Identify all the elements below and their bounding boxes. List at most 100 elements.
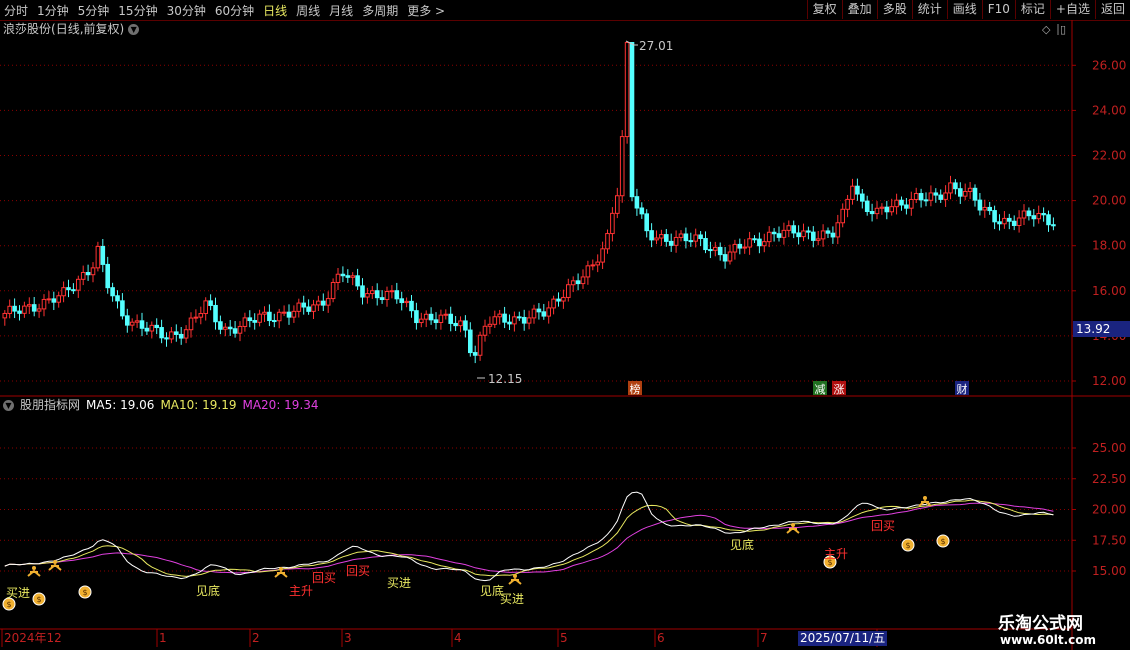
candle-body xyxy=(2,312,8,319)
candle-body xyxy=(448,313,453,324)
money-bag-icon: $ xyxy=(940,537,945,546)
candle-body xyxy=(502,313,507,323)
watermark-title: 乐淘公式网 xyxy=(998,614,1083,634)
price-tick-label: 22.00 xyxy=(1092,149,1126,163)
candle-body xyxy=(183,329,189,339)
candle-body xyxy=(428,313,434,321)
candle-body xyxy=(487,323,493,327)
signal-label: 主升 xyxy=(824,547,848,561)
watermark-url: www.60lt.com xyxy=(1000,633,1097,647)
candle-body xyxy=(482,325,488,336)
candle-body xyxy=(188,317,194,331)
person-signal-icon xyxy=(508,577,522,585)
candle-body xyxy=(193,316,199,319)
candle-body xyxy=(497,313,502,318)
candle-body xyxy=(757,238,762,247)
candle-body xyxy=(664,234,669,242)
date-axis-label: 3 xyxy=(344,631,352,645)
signal-label: 买进 xyxy=(387,576,411,590)
chevron-down-icon[interactable]: ▼ xyxy=(128,24,140,35)
candle-body xyxy=(928,192,934,201)
diamond-icon[interactable]: ◇ xyxy=(1042,23,1050,36)
candle-body xyxy=(693,234,699,242)
candle-body xyxy=(850,185,855,200)
money-bag-icon: $ xyxy=(36,595,41,604)
candle-body xyxy=(208,300,213,306)
candle-body xyxy=(727,251,733,262)
candle-body xyxy=(443,313,449,316)
candle-body xyxy=(46,298,52,301)
candle-body xyxy=(923,199,929,202)
candle-body xyxy=(566,284,571,298)
indicator-title: ▼ 股朋指标网 MA5: 19.06 MA10: 19.19 MA20: 19.34 xyxy=(3,397,325,413)
candle-body xyxy=(51,298,57,303)
candle-body xyxy=(1031,215,1037,220)
candle-body xyxy=(389,290,395,293)
candle-body xyxy=(595,261,601,266)
date-axis-label: 2 xyxy=(252,631,260,645)
candle-body xyxy=(688,240,694,243)
low-price-label: 12.15 xyxy=(488,372,522,386)
candle-body xyxy=(953,182,958,190)
candle-body xyxy=(335,273,341,283)
price-tick-label: 26.00 xyxy=(1092,58,1126,72)
candle-body xyxy=(227,326,233,330)
candle-body xyxy=(139,320,145,329)
date-axis-label: 2024年12 xyxy=(4,631,62,645)
date-axis-label: 4 xyxy=(454,631,462,645)
window-icon[interactable]: ▯ xyxy=(1060,23,1066,36)
candle-body xyxy=(325,298,331,306)
candle-body xyxy=(110,287,115,297)
candle-body xyxy=(899,199,904,206)
candle-body xyxy=(281,311,287,314)
candle-body xyxy=(85,271,91,276)
candle-body xyxy=(7,305,12,314)
candle-body xyxy=(257,313,262,323)
candle-body xyxy=(717,246,723,256)
candle-body xyxy=(600,248,605,263)
candle-body xyxy=(673,236,679,246)
candle-body xyxy=(580,276,586,285)
candle-body xyxy=(80,271,86,280)
candle-body xyxy=(610,212,615,235)
candle-body xyxy=(507,321,512,325)
candle-body xyxy=(374,290,380,299)
candle-body xyxy=(585,265,591,278)
candle-body xyxy=(365,293,370,298)
candle-body xyxy=(276,311,282,322)
candle-body xyxy=(762,241,767,247)
money-bag-icon: $ xyxy=(82,588,87,597)
candle-body xyxy=(918,193,924,201)
high-price-label: 27.01 xyxy=(639,39,673,53)
person-signal-icon xyxy=(48,563,62,571)
date-axis-label: 6 xyxy=(657,631,665,645)
candle-body xyxy=(71,289,76,292)
candle-body xyxy=(879,206,885,209)
candle-body xyxy=(884,206,890,213)
candle-body xyxy=(536,308,542,313)
kline-chart[interactable]: 26.0024.0022.0020.0018.0016.0014.0012.00… xyxy=(0,0,1130,650)
indicator-chevron-down-icon[interactable]: ▼ xyxy=(3,400,14,411)
candle-body xyxy=(1046,214,1051,226)
candle-body xyxy=(869,210,875,215)
candle-body xyxy=(874,207,880,215)
candle-body xyxy=(639,207,645,215)
candle-body xyxy=(659,234,664,239)
candle-body xyxy=(95,245,101,269)
signal-label: 主升 xyxy=(289,584,313,598)
person-signal-icon xyxy=(274,570,288,578)
candle-body xyxy=(134,320,140,323)
candle-body xyxy=(56,295,62,303)
candle-body xyxy=(169,331,174,340)
candle-body xyxy=(291,310,297,318)
candle-body xyxy=(76,278,81,291)
person-signal-icon xyxy=(32,566,36,570)
candle-body xyxy=(306,306,311,312)
candle-body xyxy=(801,230,806,238)
candle-body xyxy=(267,311,272,322)
candle-body xyxy=(120,300,125,317)
candle-body xyxy=(379,297,385,301)
candle-body xyxy=(737,243,743,249)
candle-body xyxy=(644,213,650,232)
candle-body xyxy=(943,192,948,200)
